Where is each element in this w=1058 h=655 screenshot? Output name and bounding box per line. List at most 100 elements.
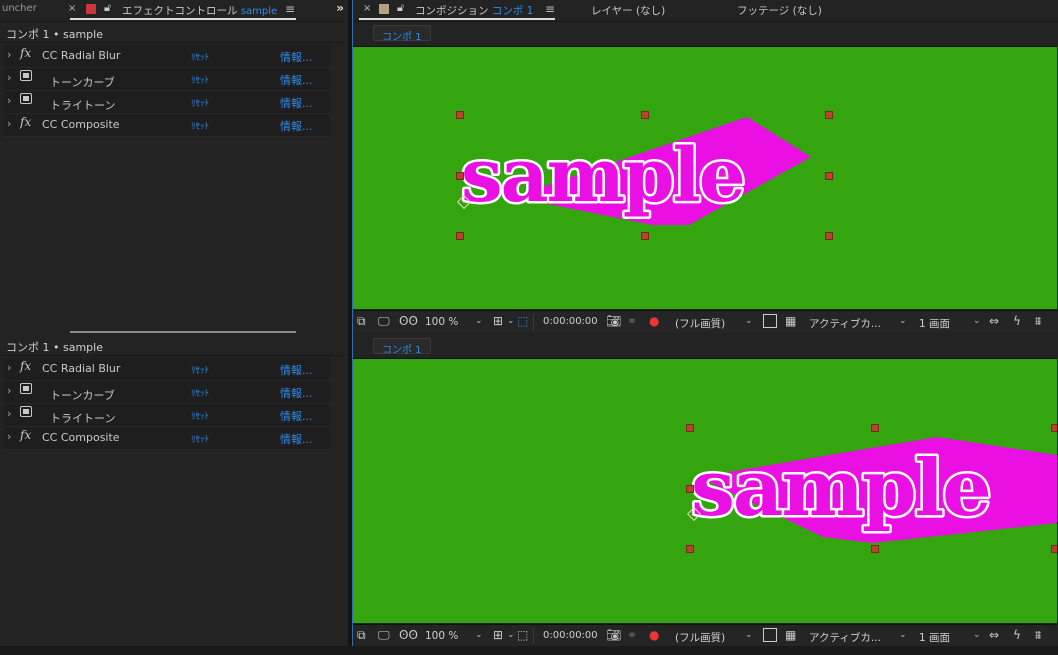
effect-row[interactable]: › トーンカーブ ﾘｾｯﾄ 情報... — [4, 68, 330, 91]
comp-breadcrumb[interactable]: コンポ 1 — [373, 338, 431, 356]
transform-handle[interactable] — [686, 424, 694, 432]
reset-link[interactable]: ﾘｾｯﾄ — [191, 119, 209, 132]
reset-link[interactable]: ﾘｾｯﾄ — [191, 96, 209, 109]
lock-icon[interactable]: 🔓︎ — [104, 1, 111, 15]
effect-row[interactable]: › fx CC Radial Blur ﾘｾｯﾄ 情報... — [4, 45, 330, 68]
close-icon[interactable]: × — [363, 3, 371, 14]
chevron-right-icon[interactable]: › — [7, 407, 11, 420]
about-link[interactable]: 情報... — [280, 118, 313, 134]
close-icon[interactable]: × — [68, 3, 76, 14]
timecode[interactable]: 0:00:00:00 — [543, 630, 598, 641]
chevron-down-icon[interactable]: ⌄ — [507, 316, 515, 326]
views-dropdown[interactable]: 1 画面 — [919, 316, 950, 331]
snapshot-icon[interactable]: ⚭ — [627, 314, 637, 328]
transform-handle[interactable] — [456, 111, 464, 119]
transform-handle[interactable] — [641, 111, 649, 119]
reset-link[interactable]: ﾘｾｯﾄ — [191, 363, 209, 376]
zoom-dropdown[interactable]: 100 % — [425, 630, 458, 642]
about-link[interactable]: 情報... — [280, 49, 313, 65]
reset-link[interactable]: ﾘｾｯﾄ — [191, 50, 209, 63]
reset-link[interactable]: ﾘｾｯﾄ — [191, 409, 209, 422]
canvas-text-layer[interactable]: sample — [353, 359, 1057, 623]
effect-row[interactable]: › トライトーン ﾘｾｯﾄ 情報... — [4, 404, 330, 427]
chevron-down-icon[interactable]: ⌄ — [899, 316, 907, 326]
chevron-down-icon[interactable]: ⌄ — [507, 630, 515, 640]
mask-icon[interactable]: ʘʘ — [399, 314, 418, 328]
transform-handle[interactable] — [641, 232, 649, 240]
transparency-grid-icon[interactable]: ⬚ — [517, 314, 528, 328]
transform-handle[interactable] — [456, 172, 464, 180]
fit-view-icon[interactable]: ⇔ — [989, 314, 999, 328]
mask-icon[interactable]: ʘʘ — [399, 628, 418, 642]
transparency-grid-icon[interactable]: ⬚ — [517, 628, 528, 642]
chevron-right-icon[interactable]: › — [7, 71, 11, 84]
reset-link[interactable]: ﾘｾｯﾄ — [191, 432, 209, 445]
effect-row[interactable]: › トライトーン ﾘｾｯﾄ 情報... — [4, 91, 330, 114]
tab-footage[interactable]: フッテージ (なし) — [737, 3, 822, 18]
transform-handle[interactable] — [871, 545, 879, 553]
camera-dropdown[interactable]: アクティブカ... — [809, 316, 881, 331]
effect-row[interactable]: › fx CC Composite ﾘｾｯﾄ 情報... — [4, 114, 330, 137]
color-channels-icon[interactable]: ● — [649, 314, 659, 328]
flowchart-icon[interactable]: ⩩ — [1035, 314, 1041, 328]
transform-handle[interactable] — [825, 172, 833, 180]
transform-handle[interactable] — [1051, 545, 1057, 553]
views-dropdown[interactable]: 1 画面 — [919, 630, 950, 645]
monitor-icon[interactable]: 🖵︎ — [378, 628, 390, 642]
tab-effect-controls[interactable]: エフェクトコントロール sample — [122, 3, 277, 18]
chevron-down-icon[interactable]: ⌄ — [475, 316, 483, 326]
fast-preview-icon[interactable]: ϟ — [1013, 628, 1021, 642]
effect-row[interactable]: › fx CC Composite ﾘｾｯﾄ 情報... — [4, 427, 330, 450]
chevron-right-icon[interactable]: › — [7, 48, 11, 61]
panel-menu-icon[interactable]: ≡ — [545, 2, 555, 16]
resolution-dropdown[interactable]: (フル画質) — [675, 630, 725, 645]
effect-row[interactable]: › トーンカーブ ﾘｾｯﾄ 情報... — [4, 381, 330, 404]
camera-icon[interactable]: 📷︎ — [606, 628, 621, 642]
timecode[interactable]: 0:00:00:00 — [543, 316, 598, 327]
chevron-right-icon[interactable]: › — [7, 361, 11, 374]
transform-handle[interactable] — [1051, 424, 1057, 432]
chevron-right-icon[interactable]: › — [7, 94, 11, 107]
chevron-down-icon[interactable]: ⌄ — [899, 630, 907, 640]
region-of-interest-icon[interactable] — [763, 628, 777, 642]
about-link[interactable]: 情報... — [280, 72, 313, 88]
overflow-icon[interactable]: » — [336, 1, 344, 15]
zoom-dropdown[interactable]: 100 % — [425, 316, 458, 328]
about-link[interactable]: 情報... — [280, 431, 313, 447]
monitor-icon[interactable]: 🖵︎ — [378, 314, 390, 328]
chevron-right-icon[interactable]: › — [7, 384, 11, 397]
snapshot-icon[interactable]: ⚭ — [627, 628, 637, 642]
always-preview-icon[interactable]: ⧉ — [357, 314, 366, 328]
lock-icon[interactable]: 🔓︎ — [397, 1, 404, 15]
transform-handle[interactable] — [825, 111, 833, 119]
color-channels-icon[interactable]: ● — [649, 628, 659, 642]
about-link[interactable]: 情報... — [280, 362, 313, 378]
transform-handle[interactable] — [686, 545, 694, 553]
checkerboard-icon[interactable]: ▦ — [785, 628, 796, 642]
about-link[interactable]: 情報... — [280, 385, 313, 401]
transform-handle[interactable] — [871, 424, 879, 432]
checkerboard-icon[interactable]: ▦ — [785, 314, 796, 328]
panel-menu-icon[interactable]: ≡ — [285, 2, 295, 16]
about-link[interactable]: 情報... — [280, 408, 313, 424]
transform-handle[interactable] — [686, 485, 694, 493]
chevron-down-icon[interactable]: ⌄ — [475, 630, 483, 640]
camera-dropdown[interactable]: アクティブカ... — [809, 630, 881, 645]
reset-link[interactable]: ﾘｾｯﾄ — [191, 73, 209, 86]
reset-link[interactable]: ﾘｾｯﾄ — [191, 386, 209, 399]
transform-handle[interactable] — [456, 232, 464, 240]
always-preview-icon[interactable]: ⧉ — [357, 628, 366, 642]
chevron-down-icon[interactable]: ⌄ — [973, 316, 981, 326]
fast-preview-icon[interactable]: ϟ — [1013, 314, 1021, 328]
resolution-dropdown[interactable]: (フル画質) — [675, 316, 725, 331]
chevron-down-icon[interactable]: ⌄ — [745, 630, 753, 640]
grid-icon[interactable]: ⊞ — [493, 314, 503, 328]
about-link[interactable]: 情報... — [280, 95, 313, 111]
region-of-interest-icon[interactable] — [763, 314, 777, 328]
grid-icon[interactable]: ⊞ — [493, 628, 503, 642]
chevron-down-icon[interactable]: ⌄ — [745, 316, 753, 326]
comp-breadcrumb[interactable]: コンポ 1 — [373, 25, 431, 43]
transform-handle[interactable] — [825, 232, 833, 240]
chevron-down-icon[interactable]: ⌄ — [973, 630, 981, 640]
composition-viewer-2[interactable]: sample — [353, 359, 1057, 623]
